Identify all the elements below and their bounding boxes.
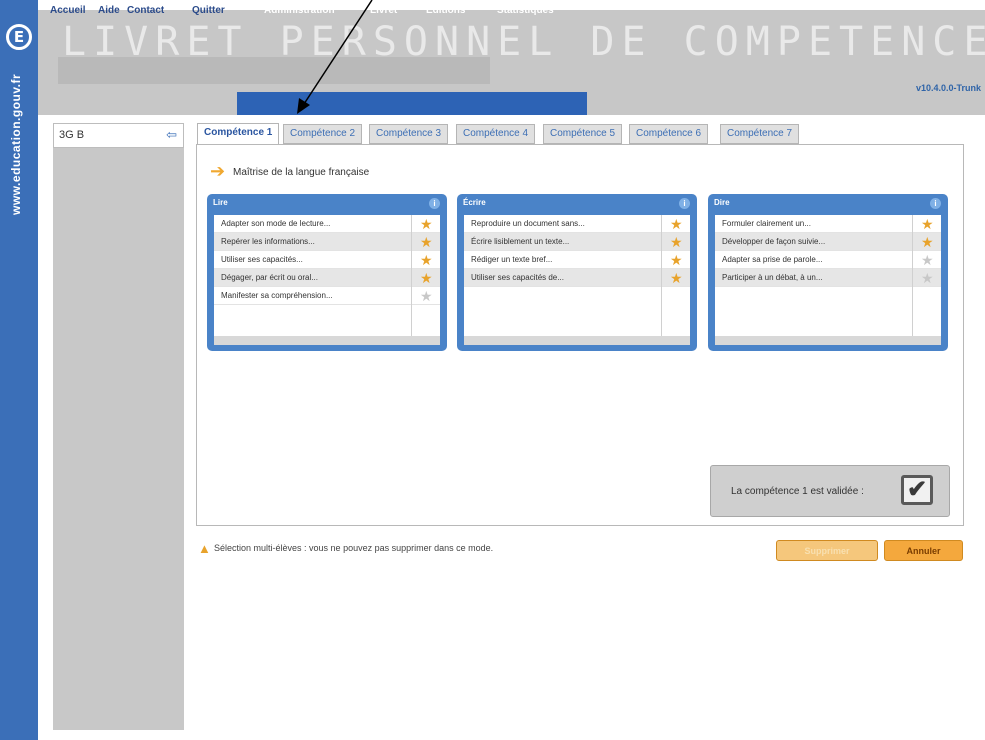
card-title: Dire <box>714 198 730 207</box>
cancel-button[interactable]: Annuler <box>884 540 963 561</box>
star-icon[interactable]: ★ <box>921 270 934 286</box>
list-item[interactable]: Formuler clairement un... ★ <box>715 215 941 233</box>
list-item[interactable]: Utiliser ses capacités... ★ <box>214 251 440 269</box>
tab-competence-5[interactable]: Compétence 5 <box>543 124 623 144</box>
list-item[interactable]: Participer à un débat, à un... ★ <box>715 269 941 287</box>
star-icon[interactable]: ★ <box>420 234 433 250</box>
list-item[interactable]: Développer de façon suivie... ★ <box>715 233 941 251</box>
side-strip: E www.education.gouv.fr <box>0 0 38 740</box>
list-item[interactable]: Rédiger un texte bref... ★ <box>464 251 690 269</box>
item-label: Développer de façon suivie... <box>722 237 826 246</box>
menu-livret[interactable]: Livret <box>370 5 397 16</box>
class-label: 3G B <box>59 129 85 141</box>
info-icon[interactable]: i <box>429 198 440 209</box>
info-icon[interactable]: i <box>679 198 690 209</box>
card-footer <box>464 336 690 345</box>
menu-quitter[interactable]: Quitter <box>192 5 225 16</box>
item-label: Manifester sa compréhension... <box>221 291 333 300</box>
card-ecrire: Écrire i Reproduire un document sans... ★… <box>457 194 697 351</box>
student-list-panel[interactable] <box>53 123 184 730</box>
list-item[interactable]: Adapter son mode de lecture... ★ <box>214 215 440 233</box>
list-item[interactable]: Manifester sa compréhension... ★ <box>214 287 440 305</box>
item-label: Utiliser ses capacités de... <box>471 273 564 282</box>
star-icon[interactable]: ★ <box>420 270 433 286</box>
item-label: Participer à un débat, à un... <box>722 273 823 282</box>
tab-competence-3[interactable]: Compétence 3 <box>369 124 449 144</box>
arrow-right-icon: ➔ <box>210 161 226 181</box>
card-footer <box>715 336 941 345</box>
validation-box: La compétence 1 est validée : ✔ <box>710 465 950 517</box>
star-icon[interactable]: ★ <box>921 252 934 268</box>
class-selector[interactable]: 3G B ⇦ <box>53 123 184 148</box>
star-icon[interactable]: ★ <box>670 252 683 268</box>
item-label: Formuler clairement un... <box>722 219 811 228</box>
list-item[interactable]: Écrire lisiblement un texte... ★ <box>464 233 690 251</box>
card-body: Reproduire un document sans... ★ Écrire l… <box>464 215 690 336</box>
star-icon[interactable]: ★ <box>420 288 433 304</box>
column-divider <box>912 215 913 336</box>
item-label: Reproduire un document sans... <box>471 219 585 228</box>
star-icon[interactable]: ★ <box>420 216 433 232</box>
tab-competence-7[interactable]: Compétence 7 <box>720 124 800 144</box>
item-label: Dégager, par écrit ou oral... <box>221 273 318 282</box>
warning-icon: ▲ <box>198 541 211 556</box>
menu-contact[interactable]: Contact <box>127 5 164 16</box>
education-logo: E <box>6 24 32 50</box>
item-label: Adapter son mode de lecture... <box>221 219 331 228</box>
item-label: Utiliser ses capacités... <box>221 255 303 264</box>
list-item[interactable]: Repérer les informations... ★ <box>214 233 440 251</box>
list-item[interactable]: Dégager, par écrit ou oral... ★ <box>214 269 440 287</box>
item-label: Adapter sa prise de parole... <box>722 255 823 264</box>
column-divider <box>411 215 412 336</box>
menu-statistiques[interactable]: Statistiques <box>497 5 554 16</box>
card-dire: Dire i Formuler clairement un... ★ Dévelo… <box>708 194 948 351</box>
tab-competence-1[interactable]: Compétence 1 <box>197 123 280 145</box>
menu-aide[interactable]: Aide <box>98 5 120 16</box>
menu-administration[interactable]: Administration <box>264 5 335 16</box>
validation-text: La compétence 1 est validée : <box>731 486 864 497</box>
section-title: Maîtrise de la langue française <box>233 167 370 178</box>
card-title: Écrire <box>463 198 486 207</box>
card-body: Adapter son mode de lecture... ★ Repérer … <box>214 215 440 336</box>
item-label: Repérer les informations... <box>221 237 315 246</box>
star-icon[interactable]: ★ <box>921 216 934 232</box>
warning-text: Sélection multi-élèves : vous ne pouvez … <box>214 543 494 553</box>
card-body: Formuler clairement un... ★ Développer de… <box>715 215 941 336</box>
menu-admin-group <box>237 92 587 115</box>
card-title: Lire <box>213 198 228 207</box>
star-icon[interactable]: ★ <box>420 252 433 268</box>
item-label: Écrire lisiblement un texte... <box>471 237 570 246</box>
star-icon[interactable]: ★ <box>670 216 683 232</box>
list-item[interactable]: Utiliser ses capacités de... ★ <box>464 269 690 287</box>
app-title: LIVRET PERSONNEL DE COMPETENCES <box>62 19 985 65</box>
star-icon[interactable]: ★ <box>670 270 683 286</box>
checkbox-icon[interactable]: ✔ <box>901 475 933 505</box>
star-icon[interactable]: ★ <box>670 234 683 250</box>
back-arrow-icon[interactable]: ⇦ <box>166 127 177 143</box>
star-icon[interactable]: ★ <box>921 234 934 250</box>
card-lire: Lire i Adapter son mode de lecture... ★ R… <box>207 194 447 351</box>
tab-competence-6[interactable]: Compétence 6 <box>629 124 709 144</box>
column-divider <box>661 215 662 336</box>
list-item[interactable]: Reproduire un document sans... ★ <box>464 215 690 233</box>
item-label: Rédiger un texte bref... <box>471 255 553 264</box>
menu-accueil[interactable]: Accueil <box>50 5 86 16</box>
delete-button[interactable]: Supprimer <box>776 540 878 561</box>
tab-competence-2[interactable]: Compétence 2 <box>283 124 363 144</box>
info-icon[interactable]: i <box>930 198 941 209</box>
card-footer <box>214 336 440 345</box>
list-item[interactable]: Adapter sa prise de parole... ★ <box>715 251 941 269</box>
tab-competence-4[interactable]: Compétence 4 <box>456 124 536 144</box>
menu-editions[interactable]: Éditions <box>426 5 465 16</box>
site-url[interactable]: www.education.gouv.fr <box>9 74 23 215</box>
